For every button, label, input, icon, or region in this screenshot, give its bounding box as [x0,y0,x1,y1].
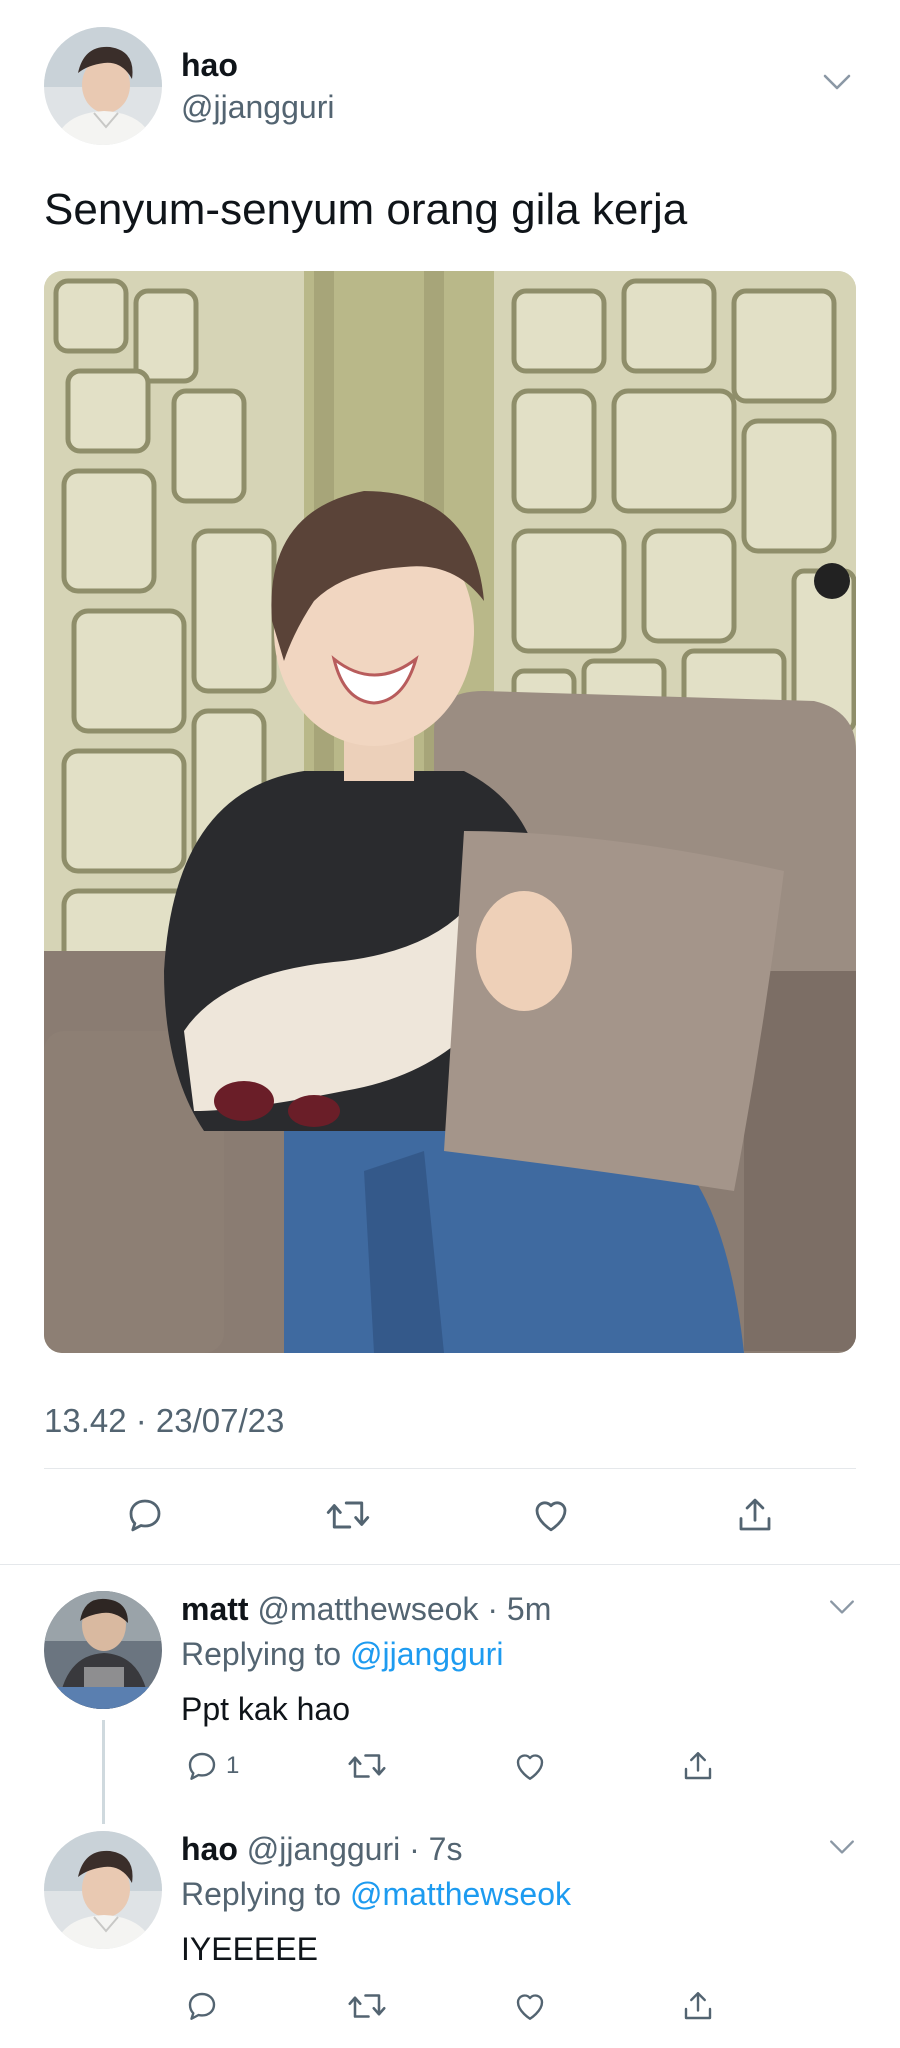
like-button[interactable] [530,1494,572,1536]
divider [44,1468,856,1469]
reply-icon [129,1499,161,1532]
reply-button[interactable]: 1 [184,1748,239,1784]
retweet-button[interactable] [324,1494,372,1536]
retweet-icon [326,1501,370,1529]
more-options-chevron-icon[interactable] [822,72,852,97]
more-options-chevron-icon[interactable] [828,1838,856,1861]
replying-to-label: Replying to [181,1636,342,1672]
tweet-timestamp: 13.42 · 23/07/23 [44,1402,285,1439]
like-button[interactable] [512,1748,548,1784]
more-options-chevron-icon[interactable] [828,1598,856,1621]
tweet-text: Senyum-senyum orang gila kerja [44,185,688,234]
like-icon [516,1994,544,2020]
reply-button[interactable] [184,1988,220,2024]
like-icon [516,1754,544,1780]
like-icon [535,1501,567,1532]
replying-to: Replying to @matthewseok [181,1875,571,1913]
divider [0,1564,900,1565]
retweet-icon [348,1754,386,1778]
reply-avatar[interactable] [44,1831,162,1949]
reply-time: 5m [506,1591,552,1627]
share-icon [684,1992,712,2020]
share-icon [739,1498,771,1531]
reply-text: IYEEEEE [181,1931,318,1967]
reply-button[interactable] [124,1494,166,1536]
reply-icon [188,1752,216,1780]
retweet-button[interactable] [346,1748,388,1784]
reply-author-handle[interactable]: @jjangguri [247,1831,400,1867]
tweet-photo[interactable] [44,271,856,1353]
reply-icon [188,1992,216,2020]
separator-dot: · [478,1591,507,1627]
thread-line [102,1720,105,1824]
reply-author-handle[interactable]: @matthewseok [257,1591,478,1627]
replying-to-link[interactable]: @matthewseok [350,1876,571,1912]
retweet-icon [348,1994,386,2018]
replying-to-label: Replying to [181,1876,342,1912]
author-name[interactable]: hao [181,46,238,84]
author-avatar[interactable] [44,27,162,145]
share-button[interactable] [680,1748,716,1784]
reply-count: 1 [226,1752,240,1779]
reply-avatar[interactable] [44,1591,162,1709]
retweet-button[interactable] [346,1988,388,2024]
replying-to: Replying to @jjangguri [181,1635,503,1673]
reply-header: matt @matthewseok · 5m [181,1590,551,1628]
reply-time: 7s [428,1831,463,1867]
separator-dot: · [400,1831,429,1867]
author-handle[interactable]: @jjangguri [181,88,334,126]
like-button[interactable] [512,1988,548,2024]
reply-author-name[interactable]: hao [181,1831,238,1867]
share-icon [684,1752,712,1780]
replying-to-link[interactable]: @jjangguri [350,1636,503,1672]
reply-text: Ppt kak hao [181,1691,350,1727]
share-button[interactable] [734,1494,776,1536]
reply-author-name[interactable]: matt [181,1591,249,1627]
share-button[interactable] [680,1988,716,2024]
reply-header: hao @jjangguri · 7s [181,1830,462,1868]
